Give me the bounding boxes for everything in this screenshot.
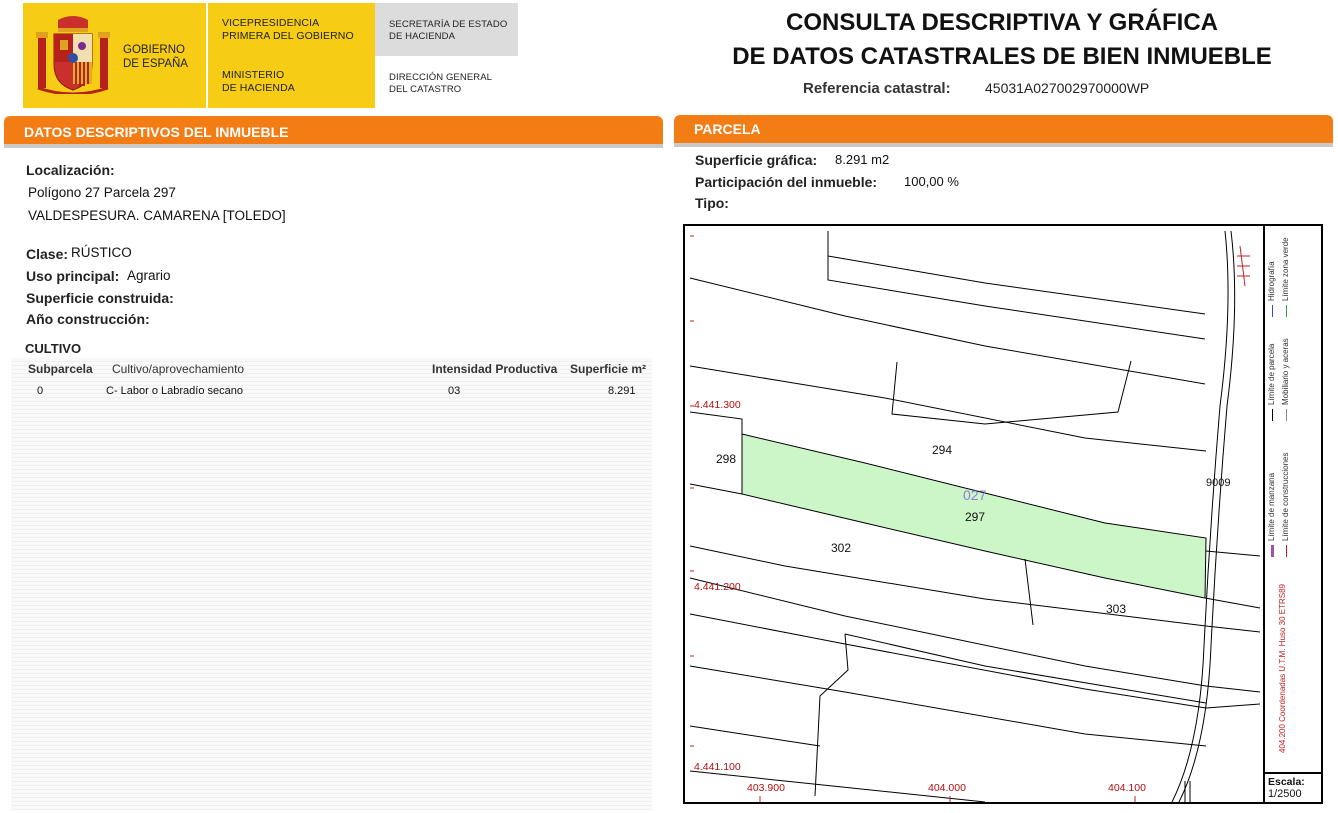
parcel-label-302: 302: [831, 541, 852, 555]
legend-manzana: Límite de manzana: [1267, 472, 1276, 541]
vice-line1: VICEPRESIDENCIA: [222, 17, 320, 29]
y-coord-1: 4.441.300: [694, 399, 741, 411]
localizacion-line1: Polígono 27 Parcela 297: [28, 185, 176, 200]
col-cultivo: Cultivo/aprovechamiento: [112, 362, 245, 376]
legend-hidrografia: Hidrografía: [1267, 261, 1276, 301]
datos-descriptivos-title: DATOS DESCRIPTIVOS DEL INMUEBLE: [24, 124, 289, 140]
parcel-label-298: 298: [716, 452, 737, 466]
legend-zona-verde-swatch: [1286, 305, 1287, 317]
gov-name-line1: GOBIERNO: [123, 44, 185, 56]
localizacion-label: Localización:: [26, 162, 115, 178]
anio-construccion-label: Año construcción:: [26, 311, 150, 327]
vicepresidencia-label: VICEPRESIDENCIA PRIMERA DEL GOBIERNO: [222, 17, 354, 43]
x-coord-2: 404.000: [928, 782, 966, 794]
col-superficie: Superficie m²: [570, 362, 647, 376]
legend-zona-verde: Límite zona verde: [1281, 237, 1290, 301]
vice-line2: PRIMERA DEL GOBIERNO: [222, 30, 354, 42]
legend-hidro-swatch: [1272, 305, 1273, 317]
participacion-value: 100,00 %: [904, 174, 959, 189]
col-intensidad: Intensidad Productiva: [432, 362, 558, 376]
uso-value: Agrario: [127, 268, 171, 283]
legend-mobiliario: Mobiliario y aceras: [1281, 338, 1290, 405]
cell-intensidad: 03: [448, 385, 461, 397]
col-subparcela: Subparcela: [28, 362, 93, 376]
superficie-construida-label: Superficie construida:: [26, 290, 174, 306]
cultivo-title: CULTIVO: [25, 341, 82, 356]
ministry-line1: MINISTERIO: [222, 69, 285, 81]
refcat-value: 45031A027002970000WP: [985, 80, 1150, 96]
legend-divider: [1263, 224, 1265, 804]
y-coord-2: 4.441.200: [694, 581, 741, 593]
poligono-label: 027: [963, 487, 987, 503]
clase-value: RÚSTICO: [71, 245, 132, 260]
parcel-label-297: 297: [965, 510, 986, 524]
cell-subparcela: 0: [37, 385, 44, 397]
dir-line1: DIRECCIÓN GENERAL: [389, 72, 493, 83]
gov-name: GOBIERNO DE ESPAÑA: [123, 43, 188, 71]
localizacion-line2: VALDESPESURA. CAMARENA [TOLEDO]: [28, 208, 286, 223]
secretaria-label: SECRETARÍA DE ESTADO DE HACIENDA: [389, 19, 507, 43]
cadastral-map[interactable]: 294 298 297 302 303 9009 027 4.441.300 4…: [683, 224, 1323, 804]
secr-line1: SECRETARÍA DE ESTADO: [389, 19, 508, 30]
ministerio-label: MINISTERIO DE HACIENDA: [222, 69, 295, 95]
parcel-label-9009: 9009: [1206, 477, 1231, 489]
scale-label: Escala:: [1268, 776, 1305, 788]
map-drawing: [689, 230, 1261, 802]
legend-manzana-swatch: [1271, 545, 1274, 557]
cell-superficie: 8.291: [608, 385, 636, 397]
datos-descriptivos-bar: DATOS DESCRIPTIVOS DEL INMUEBLE: [4, 116, 663, 144]
secr-line2: DE HACIENDA: [389, 31, 456, 42]
direccion-general-label: DIRECCIÓN GENERAL DEL CATASTRO: [389, 72, 492, 96]
coat-of-arms-icon: [36, 16, 110, 94]
cell-cultivo: C- Labor o Labradío secano: [106, 385, 243, 397]
page-title: CONSULTA DESCRIPTIVA Y GRÁFICA DE DATOS …: [700, 6, 1304, 74]
superficie-grafica-value: 8.291 m2: [835, 152, 890, 167]
table-row: 0 C- Labor o Labradío secano 03 8.291: [11, 380, 652, 400]
legend-construcciones-swatch: [1286, 545, 1287, 557]
superficie-grafica-label: Superficie gráfica:: [695, 152, 818, 168]
parcela-title: PARCELA: [694, 121, 761, 137]
bar-shadow: [674, 143, 1333, 147]
parcela-bar: PARCELA: [674, 115, 1333, 143]
ministry-line2: DE HACIENDA: [222, 82, 295, 94]
title-line1: CONSULTA DESCRIPTIVA Y GRÁFICA: [785, 9, 1219, 36]
map-legend: Límite de manzana Límite de parcela Hidr…: [1267, 237, 1290, 557]
refcat-label: Referencia catastral:: [803, 80, 951, 97]
coord-system-text: 404.200 Coordenadas U.T.M. Huso 30 ETRS8…: [1278, 583, 1287, 753]
tipo-label: Tipo:: [695, 195, 729, 211]
legend-parcela: Límite de parcela: [1267, 343, 1276, 405]
coord-system-label: 404.200 Coordenadas U.T.M. Huso 30 ETRS8…: [1278, 583, 1287, 753]
cultivo-table: [11, 358, 652, 810]
logo-divider: [206, 3, 208, 108]
legend-parcela-swatch: [1272, 409, 1273, 421]
gov-name-line2: DE ESPAÑA: [123, 58, 188, 70]
x-coord-1: 403.900: [747, 782, 785, 794]
parcel-label-294: 294: [932, 443, 953, 457]
x-coord-3: 404.100: [1108, 782, 1146, 794]
scale-box: Escala: 1/2500: [1265, 772, 1323, 804]
parcel-label-303: 303: [1106, 602, 1127, 616]
y-coord-3: 4.441.100: [694, 761, 741, 773]
bar-shadow: [4, 144, 663, 148]
participacion-label: Participación del inmueble:: [695, 174, 878, 190]
title-line2: DE DATOS CATASTRALES DE BIEN INMUEBLE: [732, 43, 1272, 70]
uso-label: Uso principal:: [26, 268, 120, 284]
legend-construcciones: Límite de construcciones: [1281, 453, 1290, 542]
legend-mobiliario-swatch: [1286, 409, 1287, 421]
dir-line2: DEL CATASTRO: [389, 84, 462, 95]
scale-value: 1/2500: [1268, 788, 1302, 800]
clase-label: Clase:: [26, 246, 69, 262]
